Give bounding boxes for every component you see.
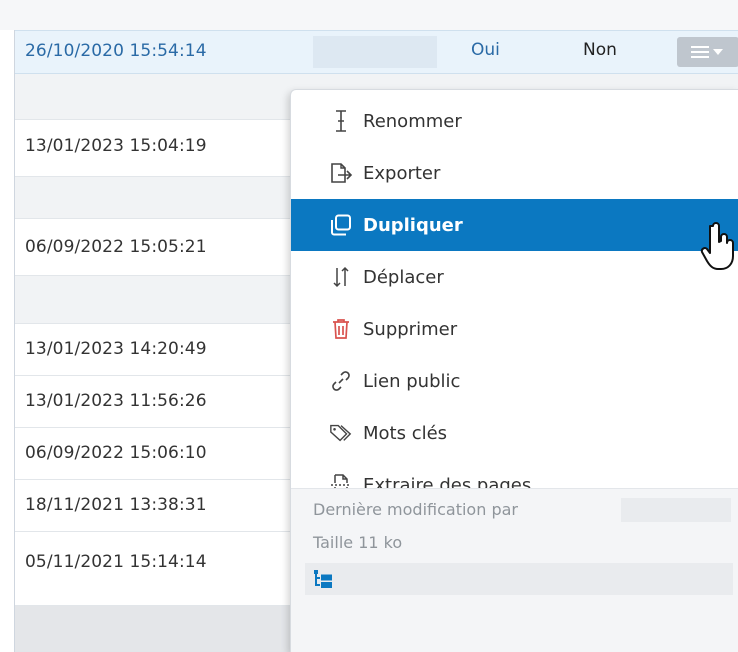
date-cell: 13/01/2023 15:04:19 <box>25 136 207 156</box>
location-tree-row[interactable] <box>305 563 733 595</box>
trash-icon <box>329 317 353 341</box>
last-modified-label: Dernière modification par <box>313 500 518 519</box>
file-size-label: Taille 11 ko <box>313 533 403 552</box>
menu-item-deplacer[interactable]: Déplacer <box>291 251 738 303</box>
oui-cell: Oui <box>471 40 500 60</box>
last-modified-user-redacted <box>621 498 731 522</box>
menu-item-mots-cles[interactable]: Mots clés <box>291 407 738 459</box>
menu-item-label: Renommer <box>363 110 462 132</box>
menu-item-supprimer[interactable]: Supprimer <box>291 303 738 355</box>
export-icon <box>329 161 353 185</box>
link-icon <box>329 369 353 393</box>
menu-item-renommer[interactable]: Renommer <box>291 95 738 147</box>
date-cell: 05/11/2021 15:14:14 <box>25 552 207 572</box>
top-strip <box>0 0 738 30</box>
date-cell: 13/01/2023 14:20:49 <box>25 339 207 359</box>
date-cell: 13/01/2023 11:56:26 <box>25 391 207 411</box>
menu-item-lien-public[interactable]: Lien public <box>291 355 738 407</box>
owner-cell-redacted <box>313 36 437 68</box>
menu-item-label: Exporter <box>363 162 441 184</box>
date-cell: 06/09/2022 15:06:10 <box>25 443 207 463</box>
text-cursor-icon <box>329 109 353 133</box>
row-menu-button[interactable] <box>677 37 738 67</box>
menu-item-label: Déplacer <box>363 266 444 288</box>
non-cell: Non <box>583 40 617 60</box>
menu-item-label: Dupliquer <box>363 214 463 236</box>
hamburger-menu-icon <box>691 46 709 58</box>
tags-icon <box>329 421 353 445</box>
context-menu: Renommer Exporter Dupliquer Déplacer Sup… <box>290 89 738 652</box>
date-cell: 18/11/2021 13:38:31 <box>25 495 207 515</box>
menu-item-label: Mots clés <box>363 422 448 444</box>
hand-pointer-cursor-icon <box>700 222 734 270</box>
table-row-selected[interactable]: 26/10/2020 15:54:14 Oui Non <box>15 30 738 74</box>
folder-tree-icon <box>314 570 332 588</box>
menu-item-label: Supprimer <box>363 318 458 340</box>
date-cell: 26/10/2020 15:54:14 <box>25 41 207 61</box>
file-info-panel: Dernière modification par Taille 11 ko <box>291 489 738 652</box>
duplicate-icon <box>329 213 353 237</box>
menu-item-exporter[interactable]: Exporter <box>291 147 738 199</box>
move-arrows-icon <box>329 265 353 289</box>
menu-item-dupliquer[interactable]: Dupliquer <box>291 199 738 251</box>
caret-down-icon <box>713 49 723 55</box>
menu-item-label: Lien public <box>363 370 461 392</box>
date-cell: 06/09/2022 15:05:21 <box>25 237 207 257</box>
